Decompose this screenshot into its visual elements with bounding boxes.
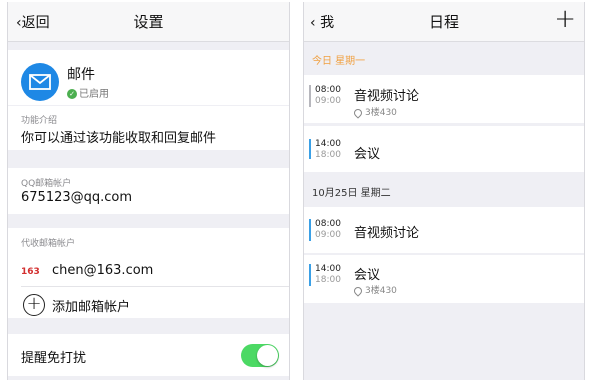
event-location: 3楼430 — [352, 283, 397, 297]
schedule-panel: ‹ 我 日程 + 今日 星期一 08:00 09:00 音视频讨论 3楼430 … — [303, 2, 585, 380]
event-title: 音视频讨论 — [354, 89, 420, 104]
event-bar — [309, 264, 311, 286]
event-start: 14:00 — [315, 264, 341, 274]
mail-app-row: 邮件 ✓ 已启用 — [8, 50, 289, 105]
event-end: 18:00 — [315, 150, 341, 160]
event-end: 18:00 — [315, 275, 341, 285]
event-location: 3楼430 — [352, 105, 397, 119]
back-label: 我 — [320, 15, 335, 31]
proxy-mailbox-section: 代收邮箱帐户 163 chen@163.com + 添加邮箱帐户 — [8, 228, 289, 318]
mail-title: 邮件 — [67, 67, 95, 83]
back-button[interactable]: ‹返回 — [16, 12, 50, 32]
event-item[interactable]: 08:00 09:00 音视频讨论 — [304, 207, 584, 253]
event-start: 08:00 — [315, 85, 341, 95]
feature-label: 功能介绍 — [21, 116, 58, 126]
event-end: 09:00 — [315, 230, 341, 240]
location-pin-icon — [352, 284, 364, 297]
settings-navbar: ‹返回 设置 — [8, 2, 289, 42]
settings-panel: ‹返回 设置 邮件 ✓ 已启用 功能介绍 你可以通过该功能收取和回复邮件 QQ邮箱… — [7, 2, 290, 380]
event-end: 09:00 — [315, 96, 341, 106]
proxy-mailbox-label: 代收邮箱帐户 — [21, 239, 76, 249]
toggle-knob — [257, 345, 278, 366]
dnd-row: 提醒免打扰 — [8, 334, 289, 376]
event-title: 会议 — [354, 147, 381, 162]
event-item[interactable]: 14:00 18:00 会议 — [304, 126, 584, 172]
event-item[interactable]: 14:00 18:00 会议 3楼430 — [304, 255, 584, 303]
location-text: 3楼430 — [365, 286, 397, 296]
mail-avatar — [21, 63, 59, 101]
day-header: 今日 星期一 — [312, 56, 366, 67]
dnd-toggle[interactable] — [241, 344, 279, 367]
event-bar — [309, 85, 311, 107]
proxy-mailbox-account[interactable]: chen@163.com — [52, 263, 153, 278]
page-title: 设置 — [133, 13, 164, 31]
event-title: 音视频讨论 — [354, 226, 420, 241]
event-start: 14:00 — [315, 139, 341, 149]
status-badge: ✓ 已启用 — [67, 85, 109, 100]
envelope-icon — [29, 74, 51, 90]
provider-163-logo: 163 — [21, 267, 40, 277]
event-item[interactable]: 08:00 09:00 音视频讨论 3楼430 — [304, 75, 584, 123]
qq-mailbox-label: QQ邮箱帐户 — [21, 179, 72, 189]
back-button[interactable]: ‹ 我 — [310, 12, 334, 32]
status-text: 已启用 — [79, 89, 109, 100]
dnd-label: 提醒免打扰 — [21, 351, 87, 366]
add-circle-icon[interactable]: + — [23, 294, 45, 316]
back-label: 返回 — [21, 15, 50, 31]
event-title: 会议 — [354, 268, 381, 283]
location-pin-icon — [352, 106, 364, 119]
feature-intro-row: 功能介绍 你可以通过该功能收取和回复邮件 — [8, 106, 289, 150]
page-title: 日程 — [428, 13, 459, 31]
day-header: 10月25日 星期二 — [312, 188, 391, 199]
event-bar — [309, 219, 311, 241]
qq-mailbox-row[interactable]: QQ邮箱帐户 675123@qq.com — [8, 168, 289, 214]
chevron-left-icon: ‹ — [310, 15, 321, 31]
feature-description: 你可以通过该功能收取和回复邮件 — [21, 131, 217, 146]
event-start: 08:00 — [315, 219, 341, 229]
divider — [21, 286, 289, 287]
add-mailbox-button[interactable]: 添加邮箱帐户 — [52, 296, 130, 315]
location-text: 3楼430 — [365, 108, 397, 118]
plus-icon[interactable]: + — [554, 6, 576, 32]
event-bar — [309, 139, 311, 159]
check-icon: ✓ — [67, 89, 77, 99]
schedule-navbar: ‹ 我 日程 + — [304, 2, 584, 42]
qq-mailbox-value: 675123@qq.com — [21, 190, 133, 205]
